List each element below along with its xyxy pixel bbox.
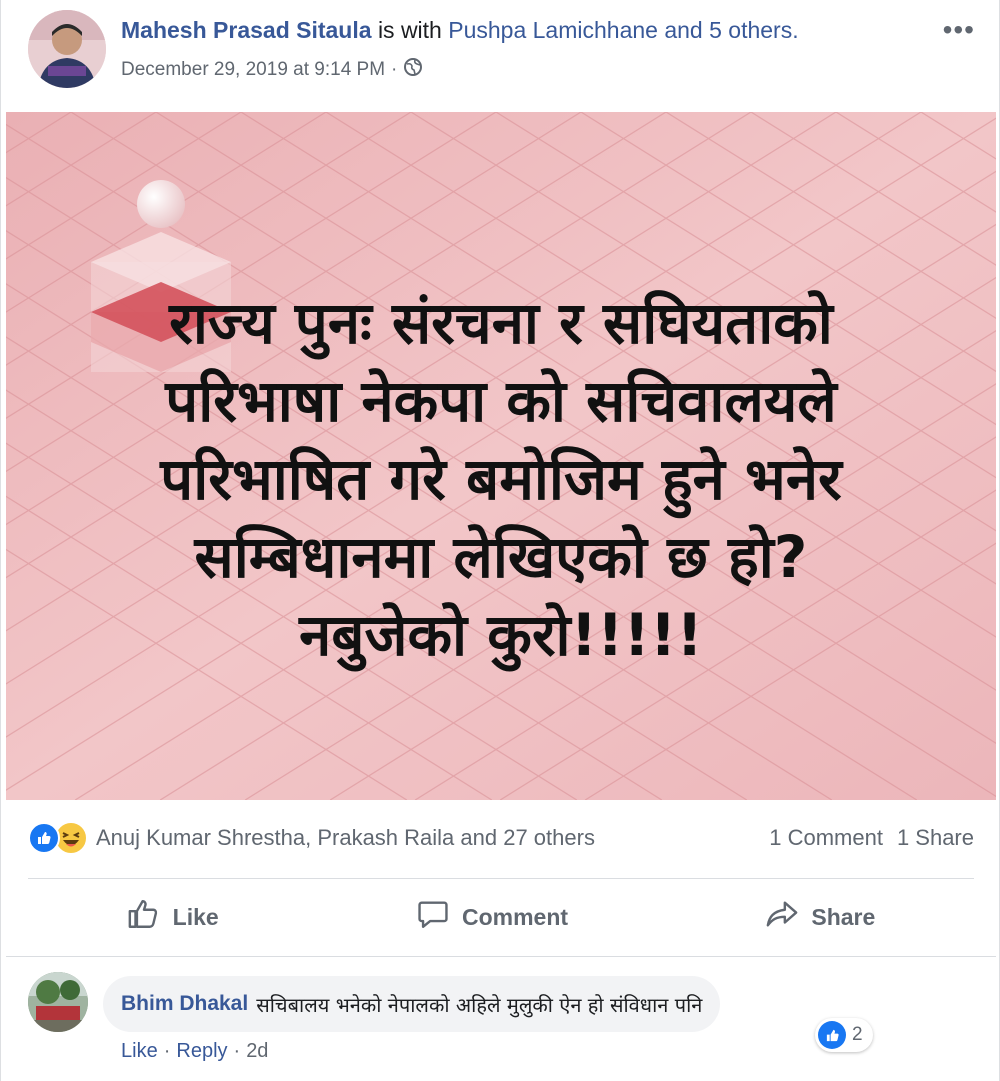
like-icon (818, 1021, 846, 1049)
post-actions: Like Comment Share (28, 880, 974, 954)
tagged-people[interactable]: Pushpa Lamichhane and 5 others. (448, 17, 798, 43)
meta-separator: · (391, 59, 398, 80)
author-name[interactable]: Mahesh Prasad Sitaula (121, 17, 372, 43)
image-text: राज्य पुनः संरचना र सघियताको परिभाषा नेक… (6, 284, 996, 674)
post-timestamp[interactable]: December 29, 2019 at 9:14 PM (121, 59, 385, 81)
author-avatar[interactable] (28, 10, 106, 88)
image-text-line: परिभाषा नेकपा को सचिवालयले (165, 367, 837, 435)
comments-divider (6, 956, 996, 957)
comment-icon (416, 897, 450, 937)
share-button[interactable]: Share (765, 897, 875, 937)
image-text-line: राज्य पुनः संरचना र सघियताको (169, 289, 833, 357)
like-icon (28, 822, 60, 854)
post-author-line: Mahesh Prasad Sitaula is with Pushpa Lam… (121, 17, 799, 44)
image-text-line: परिभाषित गरे बमोजिम हुने भनेर (160, 445, 842, 513)
comment-like-link[interactable]: Like (121, 1040, 158, 1063)
image-text-line: सम्बिधानमा लेखिएको छ हो? (194, 523, 808, 591)
commenter-name[interactable]: Bhim Dhakal (121, 992, 248, 1016)
comment-reply-link[interactable]: Reply (176, 1040, 227, 1063)
comment-age[interactable]: 2d (246, 1040, 268, 1063)
share-count[interactable]: 1 Share (897, 825, 974, 851)
globe-icon[interactable] (403, 57, 423, 83)
reactions-bar: Anuj Kumar Shrestha, Prakash Raila and 2… (28, 818, 974, 858)
comment-label: Comment (462, 903, 569, 930)
share-label: Share (811, 903, 876, 930)
comment-text: सचिबालय भनेको नेपालको अहिले मुलुकी ऐन हो… (256, 992, 703, 1017)
thumbs-up-icon (127, 897, 161, 937)
comment-actions: Like · Reply · 2d (121, 1040, 268, 1063)
separator: · (233, 1040, 241, 1062)
commenter-avatar[interactable] (28, 972, 88, 1032)
engagement-counts: 1 Comment 1 Share (769, 825, 974, 851)
share-icon (765, 897, 799, 937)
separator: · (163, 1040, 171, 1062)
comment-bubble: Bhim Dhakal सचिबालय भनेको नेपालको अहिले … (103, 976, 721, 1032)
more-options-button[interactable]: ••• (943, 14, 975, 46)
with-text: is with (377, 17, 442, 43)
post-meta: December 29, 2019 at 9:14 PM · (121, 57, 423, 83)
divider (28, 878, 974, 879)
comment-reaction-count: 2 (852, 1024, 863, 1045)
like-label: Like (172, 903, 219, 930)
comment-count[interactable]: 1 Comment (769, 825, 883, 851)
reactors-summary[interactable]: Anuj Kumar Shrestha, Prakash Raila and 2… (96, 825, 595, 851)
reaction-icons[interactable] (28, 821, 88, 855)
comment-button[interactable]: Comment (416, 897, 568, 937)
comment-reactions[interactable]: 2 (815, 1018, 873, 1052)
image-text-line: नबुजेको कुरो!!!!! (299, 601, 703, 669)
like-button[interactable]: Like (127, 897, 219, 937)
post-card: Mahesh Prasad Sitaula is with Pushpa Lam… (0, 0, 1000, 1081)
post-image[interactable]: राज्य पुनः संरचना र सघियताको परिभाषा नेक… (6, 112, 996, 800)
